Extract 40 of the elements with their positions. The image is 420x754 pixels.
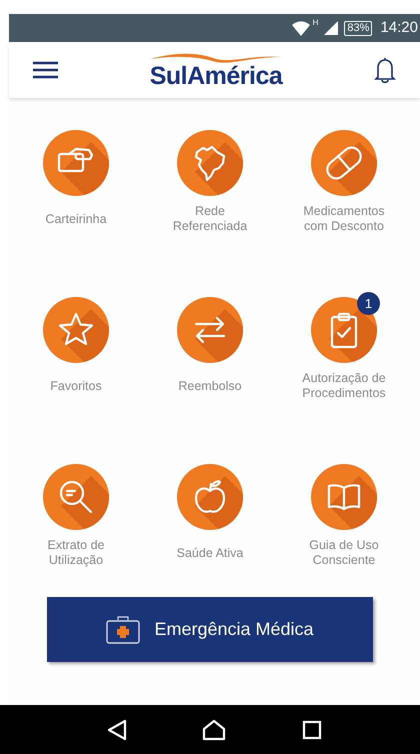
menu-tile[interactable]: Saúde Ativa [145,458,275,570]
menu-tile-label: Carteirinha [45,212,107,226]
menu-tile-label: Medicamentos com Desconto [303,204,385,234]
arrows-icon [194,316,226,344]
network-type: H [312,17,318,29]
menu-icon[interactable] [33,61,58,79]
signal-icon [324,21,338,35]
back-icon[interactable] [106,718,127,740]
clock-time: 14:20 [380,18,418,38]
menu-tile-label: Extrato de Utilização [48,538,104,568]
menu-tile[interactable]: Favoritos [11,291,141,403]
menu-tile-label: Rede Referenciada [172,204,248,234]
menu-tile-label: Reembolso [178,378,242,394]
notification-badge: 1 [357,292,380,315]
open-book-icon [328,484,360,510]
menu-tile[interactable]: Rede Referenciada [145,124,275,236]
magnifier-icon [60,480,92,514]
menu-tile[interactable]: Reembolso [145,291,275,403]
emergency-button[interactable]: Emergência Médica [47,597,373,662]
apple-icon [194,480,226,513]
battery-indicator: 83% [344,20,372,36]
card-in-hand-icon [58,148,94,172]
menu-tile-label: Saúde Ativa [176,546,244,560]
clipboard-check-icon [330,312,358,348]
menu-tile-label: Favoritos [50,378,102,394]
star-icon [58,312,94,346]
menu-tile[interactable]: Medicamentos com Desconto [279,124,409,236]
menu-tile[interactable]: Guia de Uso Consciente [279,458,409,570]
wifi-icon [290,20,311,36]
logo: SulAmérica [150,63,282,89]
first-aid-kit-icon [106,614,140,644]
bell-icon[interactable] [374,56,396,84]
menu-tile-label: Guia de Uso Consciente [309,538,379,568]
menu-tile[interactable]: Extrato de Utilização [11,458,141,570]
menu-tile[interactable]: 1 Autorização de Procedimentos [279,291,409,403]
menu-tile-label: Autorização de Procedimentos [302,371,386,401]
menu-tile[interactable]: Carteirinha [11,124,141,236]
country-map-icon [194,146,226,182]
recent-apps-icon[interactable] [302,720,322,740]
home-icon[interactable] [202,718,226,740]
